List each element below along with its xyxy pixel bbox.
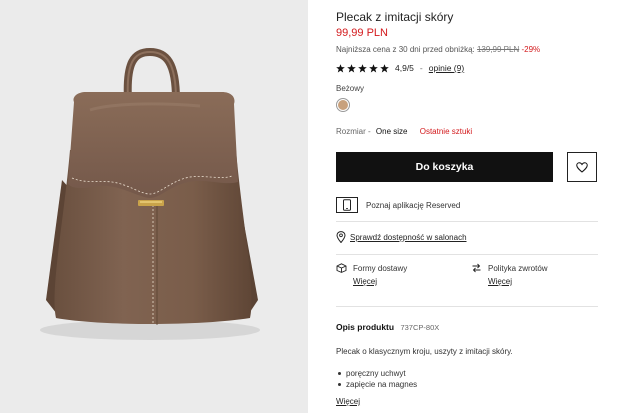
list-item: poręczny uchwyt [337, 368, 417, 379]
color-label: Beżowy [336, 84, 365, 93]
returns-more-link[interactable]: Więcej [488, 277, 548, 286]
divider [336, 306, 598, 307]
old-price: 139,99 PLN [476, 45, 520, 54]
star-rating [336, 63, 389, 73]
size-row: Rozmiar - One size Ostatnie sztuki [336, 127, 472, 136]
delivery-title: Formy dostawy [353, 263, 408, 273]
add-to-cart-button[interactable]: Do koszyka [336, 152, 553, 182]
check-stores-link[interactable]: Sprawdź dostępność w salonach [350, 233, 467, 242]
list-item: zapięcie na magnes [337, 380, 418, 389]
description-header: Opis produktu 737CP-80X [336, 322, 439, 332]
backpack-image [0, 0, 308, 413]
feature-list: poręczny uchwyt zapięcie na magnes [337, 368, 418, 390]
stock-warning: Ostatnie sztuki [419, 127, 473, 136]
reviews-link[interactable]: opinie (9) [429, 63, 464, 73]
lowest-price-note: Najniższa cena z 30 dni przed obniżką: 1… [336, 45, 540, 54]
lowest-price-label: Najniższa cena z 30 dni przed obniżką: [336, 45, 475, 54]
star-icon [336, 63, 345, 72]
rating-separator: - [419, 63, 423, 73]
location-pin-icon [336, 231, 346, 243]
phone-icon [336, 197, 358, 213]
delivery-more-link[interactable]: Więcej [353, 277, 407, 286]
returns-title: Polityka zwrotów [488, 263, 548, 273]
store-availability-row: Sprawdź dostępność w salonach [336, 231, 467, 243]
app-promo-text: Poznaj aplikację Reserved [366, 200, 461, 210]
returns-icon [472, 263, 481, 273]
divider [336, 221, 598, 222]
star-icon [380, 63, 389, 72]
description-more-link[interactable]: Więcej [336, 397, 360, 406]
rating-row: 4,9/5 - opinie (9) [336, 63, 464, 73]
size-value: One size [375, 127, 408, 136]
size-label: Rozmiar - [336, 127, 371, 136]
swatch-fill [338, 100, 348, 110]
product-price: 99,99 PLN [336, 27, 388, 39]
description-text: Plecak o klasycznym kroju, uszyty z imit… [336, 347, 513, 356]
product-code: 737CP-80X [400, 323, 440, 332]
star-icon [358, 63, 367, 72]
app-promo[interactable]: Poznaj aplikację Reserved [336, 197, 460, 213]
star-icon [347, 63, 356, 72]
product-title: Plecak z imitacji skóry [336, 10, 454, 24]
returns-block: Polityka zwrotów Więcej [471, 263, 548, 286]
discount-badge: -29% [521, 45, 541, 54]
description-title: Opis produktu [336, 322, 395, 332]
delivery-icon [336, 263, 347, 273]
wishlist-button[interactable] [567, 152, 597, 182]
star-icon [369, 63, 378, 72]
divider [336, 254, 598, 255]
color-swatch-beige[interactable] [336, 98, 350, 112]
product-image[interactable] [0, 0, 308, 413]
rating-score: 4,9/5 [395, 63, 414, 73]
heart-icon [576, 161, 588, 173]
delivery-block: Formy dostawy Więcej [336, 263, 407, 286]
